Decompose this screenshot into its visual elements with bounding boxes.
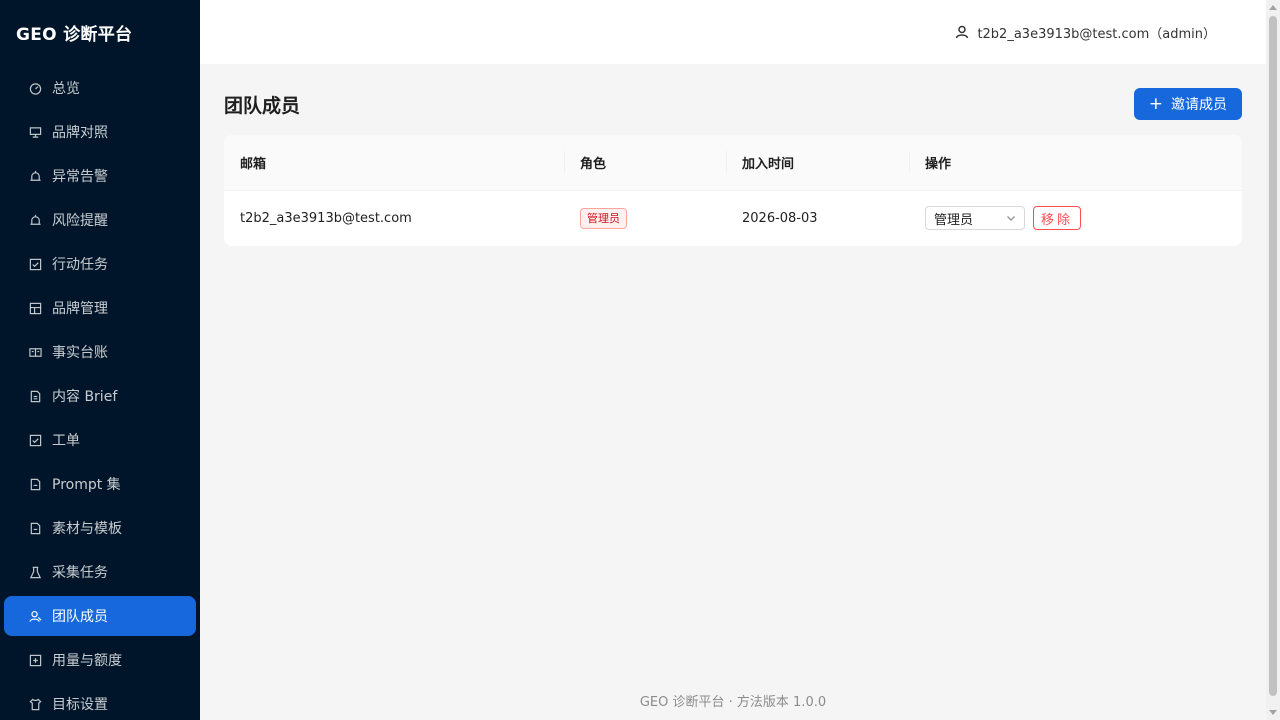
- main-content: 团队成员 + 邀请成员 邮箱 角色 加入时间 操作 t2b2_a3e3913b@…: [200, 64, 1266, 720]
- sidebar-item-materials-templates[interactable]: 素材与模板: [4, 508, 196, 548]
- compare-icon: [28, 125, 42, 139]
- top-header: t2b2_a3e3913b@test.com（admin）: [200, 0, 1266, 64]
- brand-icon: [28, 301, 42, 315]
- sidebar-item-brand-compare[interactable]: 品牌对照: [4, 112, 196, 152]
- sidebar-item-collection-tasks[interactable]: 采集任务: [4, 552, 196, 592]
- sidebar-item-action-tasks[interactable]: 行动任务: [4, 244, 196, 284]
- sidebar-item-content-brief[interactable]: 内容 Brief: [4, 376, 196, 416]
- table-row: t2b2_a3e3913b@test.com 管理员 2026-08-03 管理…: [224, 190, 1242, 246]
- sidebar-item-label: 风险提醒: [52, 213, 108, 229]
- sidebar-item-team-members[interactable]: 团队成员: [4, 596, 196, 636]
- page-title: 团队成员: [224, 94, 301, 117]
- sidebar-item-label: 目标设置: [52, 697, 108, 713]
- role-select[interactable]: 管理员: [925, 206, 1025, 231]
- scroll-up-arrow[interactable]: [1269, 5, 1277, 10]
- sidebar-item-label: 团队成员: [52, 609, 108, 625]
- dashboard-icon: [28, 81, 42, 95]
- app-title: GEO 诊断平台: [16, 24, 133, 45]
- ticket-icon: [28, 433, 42, 447]
- role-badge: 管理员: [580, 207, 627, 229]
- sidebar-item-brand-management[interactable]: 品牌管理: [4, 288, 196, 328]
- alert-icon: [28, 169, 42, 183]
- chevron-down-icon: [1007, 216, 1015, 222]
- sidebar-item-label: 行动任务: [52, 257, 108, 273]
- sidebar-item-fact-ledger[interactable]: 事实台账: [4, 332, 196, 372]
- scroll-thumb[interactable]: [1269, 16, 1277, 696]
- vertical-scrollbar[interactable]: [1266, 0, 1280, 720]
- table-header-row: 邮箱 角色 加入时间 操作: [224, 135, 1242, 191]
- sidebar-item-label: 采集任务: [52, 565, 108, 581]
- member-email: t2b2_a3e3913b@test.com: [240, 210, 412, 226]
- usage-icon: [28, 653, 42, 667]
- sidebar-item-tickets[interactable]: 工单: [4, 420, 196, 460]
- task-icon: [28, 257, 42, 271]
- user-icon: [956, 25, 969, 39]
- sidebar-item-label: 用量与额度: [52, 653, 122, 669]
- member-actions: 管理员 移除: [909, 190, 1242, 246]
- sidebar-item-label: 事实台账: [52, 345, 108, 361]
- sidebar-item-label: 内容 Brief: [52, 389, 118, 405]
- sidebar-item-label: 品牌对照: [52, 125, 108, 141]
- sidebar-item-prompt-set[interactable]: Prompt 集: [4, 464, 196, 504]
- footer-text: GEO 诊断平台 · 方法版本 1.0.0: [639, 695, 827, 710]
- sidebar-item-risk-reminders[interactable]: 风险提醒: [4, 200, 196, 240]
- column-header-joined: 加入时间: [726, 135, 909, 191]
- column-header-email: 邮箱: [224, 135, 564, 191]
- ledger-icon: [28, 345, 42, 359]
- team-icon: [28, 609, 42, 623]
- sidebar-item-label: 素材与模板: [52, 521, 122, 537]
- column-header-role: 角色: [564, 135, 726, 191]
- sidebar-item-usage-quota[interactable]: 用量与额度: [4, 640, 196, 680]
- sidebar-item-target-settings[interactable]: 目标设置: [4, 684, 196, 720]
- sidebar-item-label: 工单: [52, 433, 80, 449]
- sidebar-item-label: 总览: [52, 81, 80, 97]
- role-select-value: 管理员: [934, 212, 974, 228]
- sidebar-item-label: 品牌管理: [52, 301, 108, 317]
- sidebar-item-label: Prompt 集: [52, 477, 121, 493]
- prompt-icon: [28, 477, 42, 491]
- title-row: 团队成员 + 邀请成员: [224, 88, 1242, 120]
- risk-icon: [28, 213, 42, 227]
- member-role-cell: 管理员: [564, 190, 726, 246]
- remove-member-button[interactable]: 移除: [1033, 206, 1082, 231]
- sidebar: GEO 诊断平台 总览 品牌对照 异常告警 风险提醒 行动任务 品牌管理 事实台…: [0, 0, 200, 720]
- sidebar-item-overview[interactable]: 总览: [4, 68, 196, 108]
- sidebar-item-anomaly-alerts[interactable]: 异常告警: [4, 156, 196, 196]
- user-email: t2b2_a3e3913b@test.com（admin）: [977, 26, 1216, 42]
- members-table: 邮箱 角色 加入时间 操作 t2b2_a3e3913b@test.com 管理员…: [224, 135, 1242, 246]
- sidebar-item-label: 异常告警: [52, 169, 108, 185]
- invite-member-button[interactable]: + 邀请成员: [1133, 88, 1242, 120]
- member-joined: 2026-08-03: [742, 210, 818, 226]
- scroll-down-arrow[interactable]: [1269, 710, 1277, 715]
- sidebar-menu: 总览 品牌对照 异常告警 风险提醒 行动任务 品牌管理 事实台账 内容 Brie…: [0, 68, 200, 720]
- brief-icon: [28, 389, 42, 403]
- target-icon: [28, 697, 42, 711]
- column-header-actions: 操作: [909, 135, 1242, 191]
- crawl-icon: [28, 565, 42, 579]
- invite-button-label: 邀请成员: [1171, 97, 1227, 113]
- template-icon: [28, 521, 42, 535]
- user-menu[interactable]: t2b2_a3e3913b@test.com（admin）: [955, 23, 1216, 42]
- plus-icon: +: [1148, 93, 1163, 114]
